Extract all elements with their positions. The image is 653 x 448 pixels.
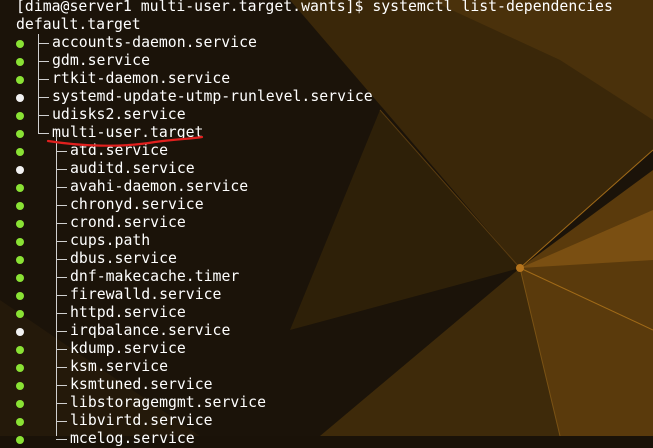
tree-branch-line [38,97,49,98]
tree-branch-line [56,223,67,224]
tree-branch-line [38,133,49,134]
unit-status-dot [16,220,24,228]
unit-status-dot [16,148,24,156]
tree-branch-line [38,43,49,44]
unit-name[interactable]: libstoragemgmt.service [70,394,266,412]
unit-name[interactable]: ksm.service [70,358,168,376]
tree-branch-line [56,134,57,436]
unit-status-dot [16,238,24,246]
unit-status-dot [16,400,24,408]
unit-name[interactable]: mcelog.service [70,430,195,448]
command-prompt: [dima@server1 multi-user.target.wants]$ … [16,0,613,15]
unit-name[interactable]: systemd-update-utmp-runlevel.service [52,88,373,106]
root-unit: default.target [16,16,141,33]
unit-status-dot [16,346,24,354]
unit-status-dot [16,364,24,372]
unit-status-dot [16,292,24,300]
tree-branch-line [56,169,67,170]
unit-status-dot [16,40,24,48]
unit-status-dot [16,274,24,282]
unit-status-dot [16,130,24,138]
tree-branch-line [56,403,67,404]
unit-status-dot [16,76,24,84]
unit-status-dot [16,256,24,264]
unit-status-dot [16,310,24,318]
unit-name[interactable]: auditd.service [70,160,195,178]
unit-name[interactable]: accounts-daemon.service [52,34,257,52]
unit-name[interactable]: ksmtuned.service [70,376,213,394]
tree-branch-line [38,61,49,62]
unit-name[interactable]: httpd.service [70,304,186,322]
unit-name[interactable]: dnf-makecache.timer [70,268,239,286]
unit-status-dot [16,436,24,444]
unit-name[interactable]: multi-user.target [52,124,203,142]
unit-status-dot [16,418,24,426]
tree-branch-line [56,421,67,422]
tree-branch-line [56,205,67,206]
tree-branch-line [56,385,67,386]
unit-name[interactable]: kdump.service [70,340,186,358]
terminal-window[interactable]: [dima@server1 multi-user.target.wants]$ … [0,0,653,447]
tree-branch-line [56,151,67,152]
unit-name[interactable]: rtkit-daemon.service [52,70,230,88]
unit-name[interactable]: udisks2.service [52,106,186,124]
tree-branch-line [56,367,67,368]
tree-branch-line [56,277,67,278]
tree-branch-line [56,295,67,296]
unit-status-dot [16,382,24,390]
unit-status-dot [16,184,24,192]
unit-status-dot [16,112,24,120]
unit-name[interactable]: chronyd.service [70,196,204,214]
tree-branch-line [56,241,67,242]
unit-name[interactable]: libvirtd.service [70,412,213,430]
tree-branch-line [38,115,49,116]
tree-branch-line [38,79,49,80]
unit-name[interactable]: atd.service [70,142,168,160]
tree-branch-line [56,259,67,260]
unit-name[interactable]: cups.path [70,232,150,250]
unit-name[interactable]: crond.service [70,214,186,232]
unit-name[interactable]: gdm.service [52,52,150,70]
unit-status-dot [16,166,24,174]
unit-status-dot [16,58,24,66]
tree-branch-line [56,187,67,188]
tree-branch-line [56,349,67,350]
unit-name[interactable]: avahi-daemon.service [70,178,248,196]
tree-branch-line [56,331,67,332]
unit-name[interactable]: irqbalance.service [70,322,230,340]
unit-name[interactable]: dbus.service [70,250,177,268]
tree-branch-line [56,439,67,440]
unit-status-dot [16,94,24,102]
unit-name[interactable]: firewalld.service [70,286,221,304]
unit-status-dot [16,202,24,210]
tree-branch-line [56,313,67,314]
tree-branch-line [38,34,39,133]
unit-status-dot [16,328,24,336]
